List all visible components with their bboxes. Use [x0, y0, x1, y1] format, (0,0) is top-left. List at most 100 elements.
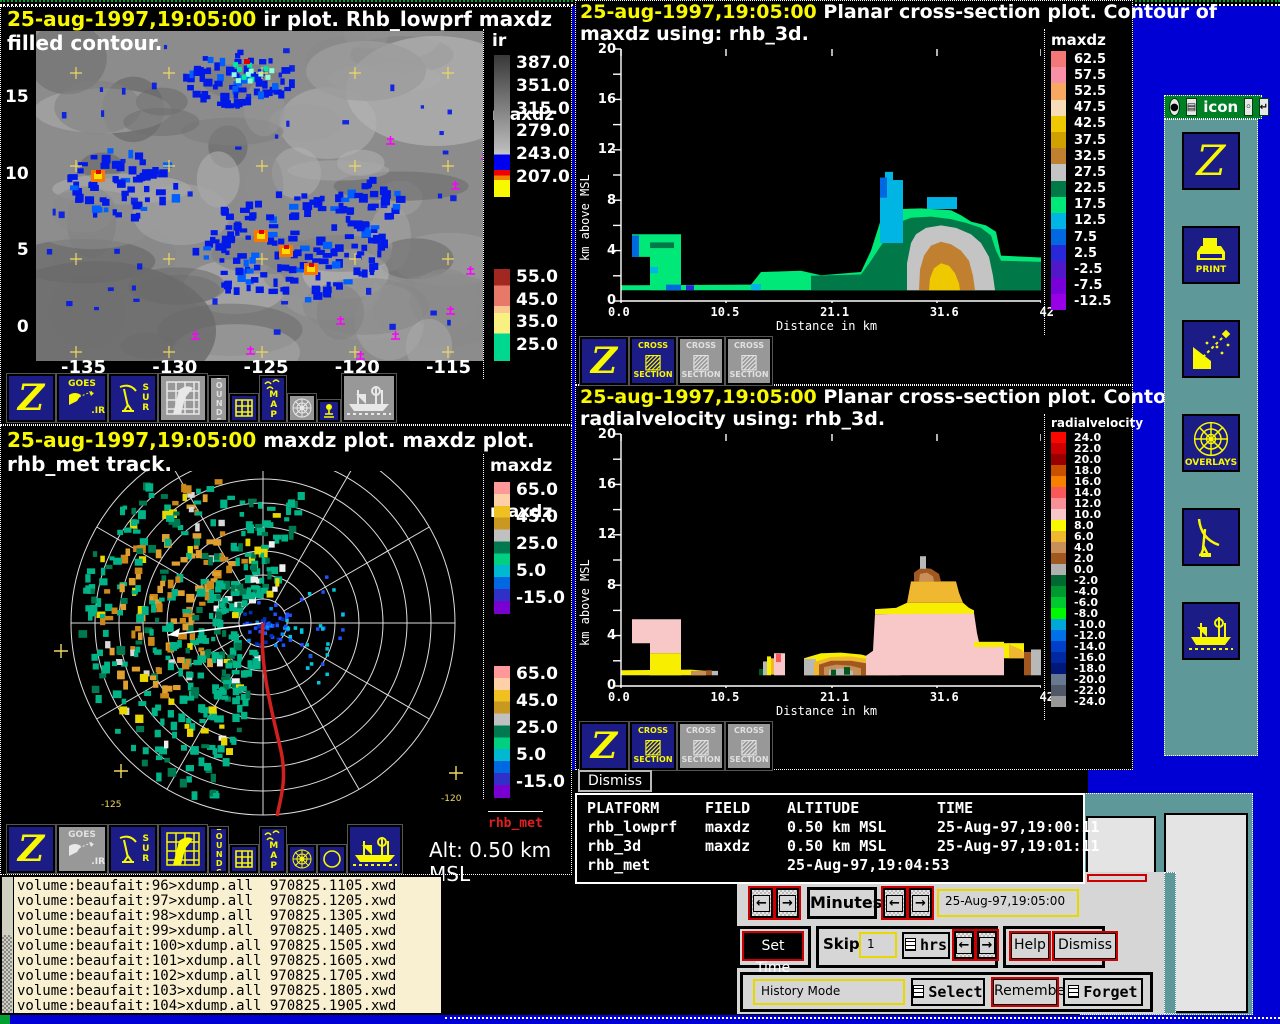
goes-ir-button[interactable]: GOES .IR [57, 825, 107, 873]
small-grid-button[interactable] [230, 845, 258, 873]
surveillance-button[interactable]: SUR [109, 825, 157, 873]
svg-text:-120: -120 [441, 794, 462, 804]
cube-icon: ▨ [644, 351, 663, 371]
cross-section-button-active[interactable]: CROSS ▨ SECTION [630, 722, 676, 770]
overlays-button[interactable]: OVERLAYS [1182, 414, 1240, 472]
dialog-right-frame [1164, 872, 1176, 1014]
color-swatch [1051, 229, 1066, 245]
print-button[interactable]: PRINT [1182, 226, 1240, 284]
skip-label: Skip [823, 935, 860, 953]
terminal-scrollbar[interactable] [2, 877, 14, 1013]
xsec1-colorbar-label: maxdz [1051, 31, 1132, 49]
section-label: SECTION [633, 371, 672, 380]
ir-colorbar-label: ir [492, 31, 573, 51]
z-logo-icon: Z [18, 831, 44, 867]
left-arrow-icon: ← [956, 937, 973, 954]
ship-button[interactable] [342, 374, 396, 422]
bounds-button[interactable]: BOUNDS [209, 376, 228, 422]
color-swatch [1051, 630, 1066, 641]
select-menu-button[interactable]: Select [911, 978, 985, 1006]
remember-button[interactable]: Remember [993, 979, 1057, 1005]
beam-tool-button[interactable] [1182, 320, 1240, 378]
time-back-button[interactable]: ← [750, 888, 773, 918]
xsec-radialvelocity-plot[interactable] [576, 386, 1041, 688]
circle-button[interactable] [318, 845, 346, 873]
skip-units-menu[interactable]: hrs [902, 932, 950, 959]
antenna-button[interactable] [1182, 508, 1240, 566]
terminal-line: volume:beaufait:98>xdump.all 970825.1305… [17, 909, 439, 924]
time-input[interactable]: 25-Aug-97,19:05:00 [937, 889, 1079, 917]
terminal-window[interactable]: volume:beaufait:96>xdump.all 970825.1105… [0, 875, 443, 1015]
window-iconify-button[interactable]: ◦ [1244, 98, 1252, 116]
colorbar-entry: -7.5 [1045, 278, 1132, 294]
radar-ppi-display[interactable]: -125-120 [1, 471, 481, 818]
grid-surface-button[interactable] [159, 825, 207, 873]
window-doc-button[interactable]: ▤ [1186, 98, 1197, 116]
surveillance-button[interactable]: SUR [109, 374, 157, 422]
zeb-menu-button[interactable]: Z [580, 722, 628, 770]
help-button[interactable]: Help [1011, 933, 1049, 959]
cross-section-button[interactable]: CROSS ▨ SECTION [726, 337, 772, 385]
grid-surface-button[interactable] [159, 374, 207, 422]
platform-table: PLATFORMFIELDALTITUDETIMErhb_lowprfmaxdz… [577, 795, 1083, 875]
xsec1-colorbar: 62.557.552.547.542.537.532.527.522.517.5… [1045, 51, 1132, 310]
small-grid-button[interactable] [230, 394, 258, 422]
tick-label: 25.0 [516, 534, 565, 554]
cross-section-button[interactable]: CROSS ▨ SECTION [678, 337, 724, 385]
table-header-cell: PLATFORM [587, 799, 705, 818]
map-label: MAP [268, 390, 277, 420]
cross-section-button[interactable]: CROSS ▨ SECTION [726, 722, 772, 770]
set-time-button[interactable]: Set Time [744, 933, 802, 959]
ir-suffix-label: .IR [91, 407, 105, 416]
cross-section-button-active[interactable]: CROSS ▨ SECTION [630, 337, 676, 385]
zeb-main-button[interactable]: Z [1182, 132, 1240, 190]
terminal-scrollbar-thumb[interactable] [2, 935, 12, 1013]
skip-input[interactable]: 1 [859, 932, 897, 958]
colorbar-value: 37.5 [1074, 133, 1106, 148]
window-close-button[interactable]: ↵ [1259, 98, 1269, 116]
zeb-menu-button[interactable]: Z [7, 374, 55, 422]
skip-forward-button[interactable]: → [977, 931, 997, 959]
ship-button[interactable] [348, 825, 402, 873]
bounds-button[interactable]: BOUNDS [209, 827, 228, 873]
tick-label: 65.0 [516, 480, 565, 500]
time-forward-button[interactable]: → [776, 888, 799, 918]
forget-menu-button[interactable]: Forget [1063, 978, 1143, 1006]
map-button[interactable]: MAP [260, 376, 286, 422]
minutes-forward-button[interactable]: → [909, 888, 932, 918]
option-menu-icon [905, 938, 916, 951]
zeb-menu-button[interactable]: Z [7, 825, 55, 873]
color-swatch [1051, 531, 1066, 542]
overlay-rings-button[interactable] [288, 394, 316, 422]
icon-window-titlebar[interactable]: ● ▤ icon ◦ ↵ [1164, 95, 1262, 119]
xsec-maxdz-plot[interactable] [576, 1, 1041, 303]
map-button[interactable]: MAP [260, 827, 286, 873]
xsec2-colorbar-column: radialvelocity 24.022.020.018.016.014.01… [1044, 414, 1132, 720]
history-mode-input[interactable]: History Mode [753, 979, 905, 1005]
goes-ir-button[interactable]: GOES .IR [57, 374, 107, 422]
xsec1-y-axis-label: km above MSL [578, 121, 592, 261]
window-menu-button[interactable]: ● [1169, 98, 1180, 116]
minutes-button[interactable]: Minutes [807, 887, 877, 919]
radar-colorbar-column: maxdz 65.045.025.05.0-15.0 maxdz 65.045.… [483, 454, 573, 799]
terminal-line: volume:beaufait:96>xdump.all 970825.1105… [17, 879, 439, 894]
skip-back-button[interactable]: ← [954, 931, 974, 959]
satellite-ir-image[interactable] [36, 31, 483, 361]
color-swatch [1051, 164, 1066, 180]
color-swatch [1051, 132, 1066, 148]
color-swatch [1051, 443, 1066, 454]
colorbar-value: -2.5 [1074, 262, 1102, 277]
buoy-button[interactable] [318, 400, 340, 422]
minutes-back-button[interactable]: ← [883, 888, 906, 918]
corner-resize-handle[interactable] [0, 1014, 10, 1024]
tick-label: 12 [598, 142, 616, 157]
dialog-dismiss-button[interactable]: Dismiss [1054, 933, 1116, 959]
color-swatch [1051, 685, 1066, 696]
zeb-menu-button[interactable]: Z [580, 337, 628, 385]
platform-window-dismiss-button[interactable]: Dismiss [578, 770, 652, 792]
colorbar-entry: 12.5 [1045, 213, 1132, 229]
cross-section-button[interactable]: CROSS ▨ SECTION [678, 722, 724, 770]
overlay-rings-button[interactable] [288, 845, 316, 873]
ship-platform-button[interactable] [1182, 602, 1240, 660]
colorbar-entry: 42.5 [1045, 116, 1132, 132]
